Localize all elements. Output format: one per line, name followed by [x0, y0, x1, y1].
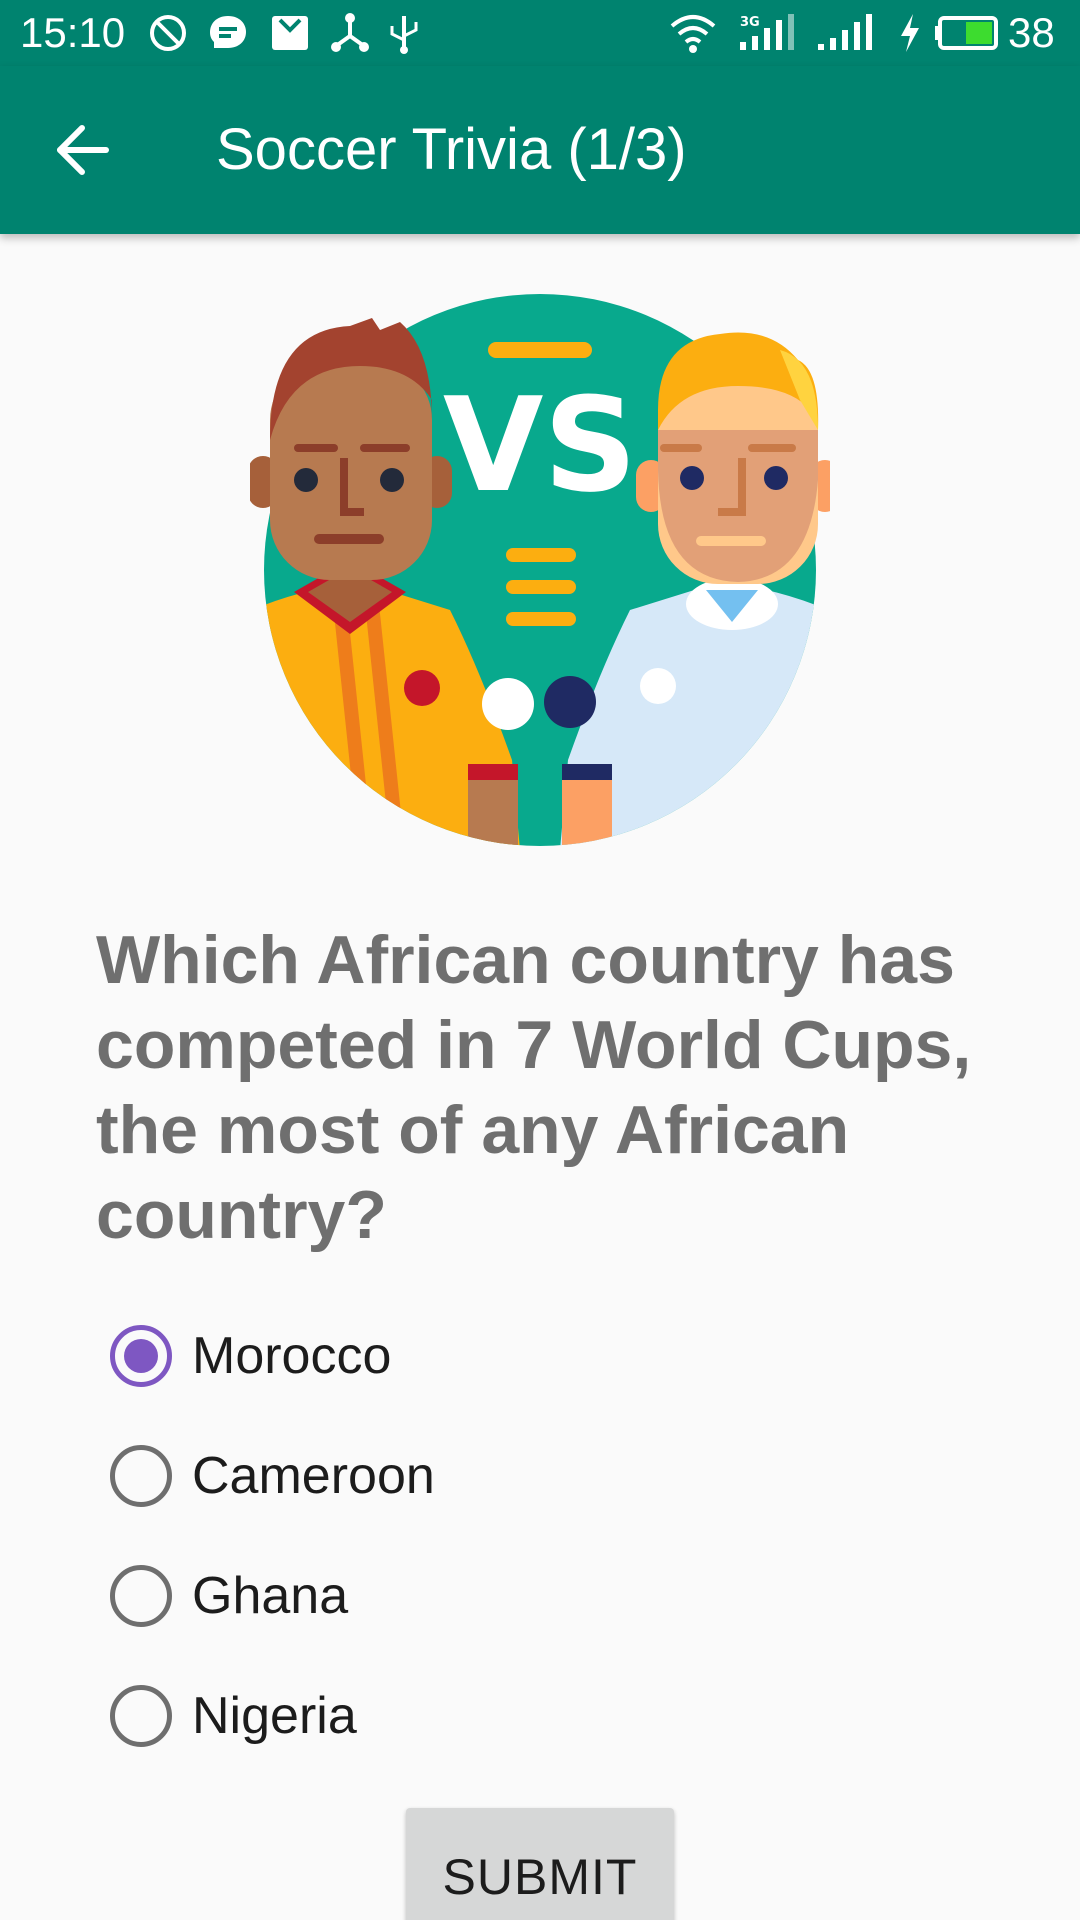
battery-percent: 38	[1008, 9, 1055, 56]
radio-button[interactable]	[110, 1445, 172, 1507]
battery-icon	[935, 16, 998, 50]
option-label: Ghana	[192, 1567, 349, 1625]
status-time: 15:10	[20, 9, 126, 56]
usb-icon	[390, 16, 418, 54]
radio-button-selected[interactable]	[110, 1325, 172, 1387]
share-icon	[331, 13, 369, 52]
soccer-vs-illustration: VS	[250, 294, 830, 846]
mail-icon	[272, 16, 308, 50]
page-title: Soccer Trivia (1/3)	[216, 117, 687, 182]
option-label: Nigeria	[192, 1687, 357, 1745]
option-label: Morocco	[192, 1327, 392, 1385]
status-bar: 15:10 3G 38	[0, 0, 1080, 66]
submit-button[interactable]: SUBMIT	[406, 1808, 674, 1920]
charging-icon	[901, 14, 919, 52]
app-bar: Soccer Trivia (1/3)	[0, 66, 1080, 234]
option-label: Cameroon	[192, 1447, 435, 1505]
option-morocco[interactable]: Morocco	[110, 1296, 910, 1416]
do-not-disturb-icon	[150, 15, 186, 51]
option-cameroon[interactable]: Cameroon	[110, 1416, 910, 1536]
option-nigeria[interactable]: Nigeria	[110, 1656, 910, 1776]
question-text: Which African country has competed in 7 …	[96, 922, 972, 1253]
signal-icon	[818, 14, 872, 50]
message-icon	[210, 16, 246, 48]
answer-radio-group: Morocco Cameroon Ghana Nigeria	[110, 1296, 910, 1776]
radio-button[interactable]	[110, 1685, 172, 1747]
back-button[interactable]	[38, 106, 126, 194]
arrow-back-icon	[57, 125, 109, 175]
signal-3g-icon: 3G	[740, 14, 794, 50]
radio-button[interactable]	[110, 1565, 172, 1627]
svg-text:3G: 3G	[740, 15, 760, 30]
vs-text: VS	[443, 369, 637, 521]
option-ghana[interactable]: Ghana	[110, 1536, 910, 1656]
wifi-icon	[670, 15, 716, 53]
